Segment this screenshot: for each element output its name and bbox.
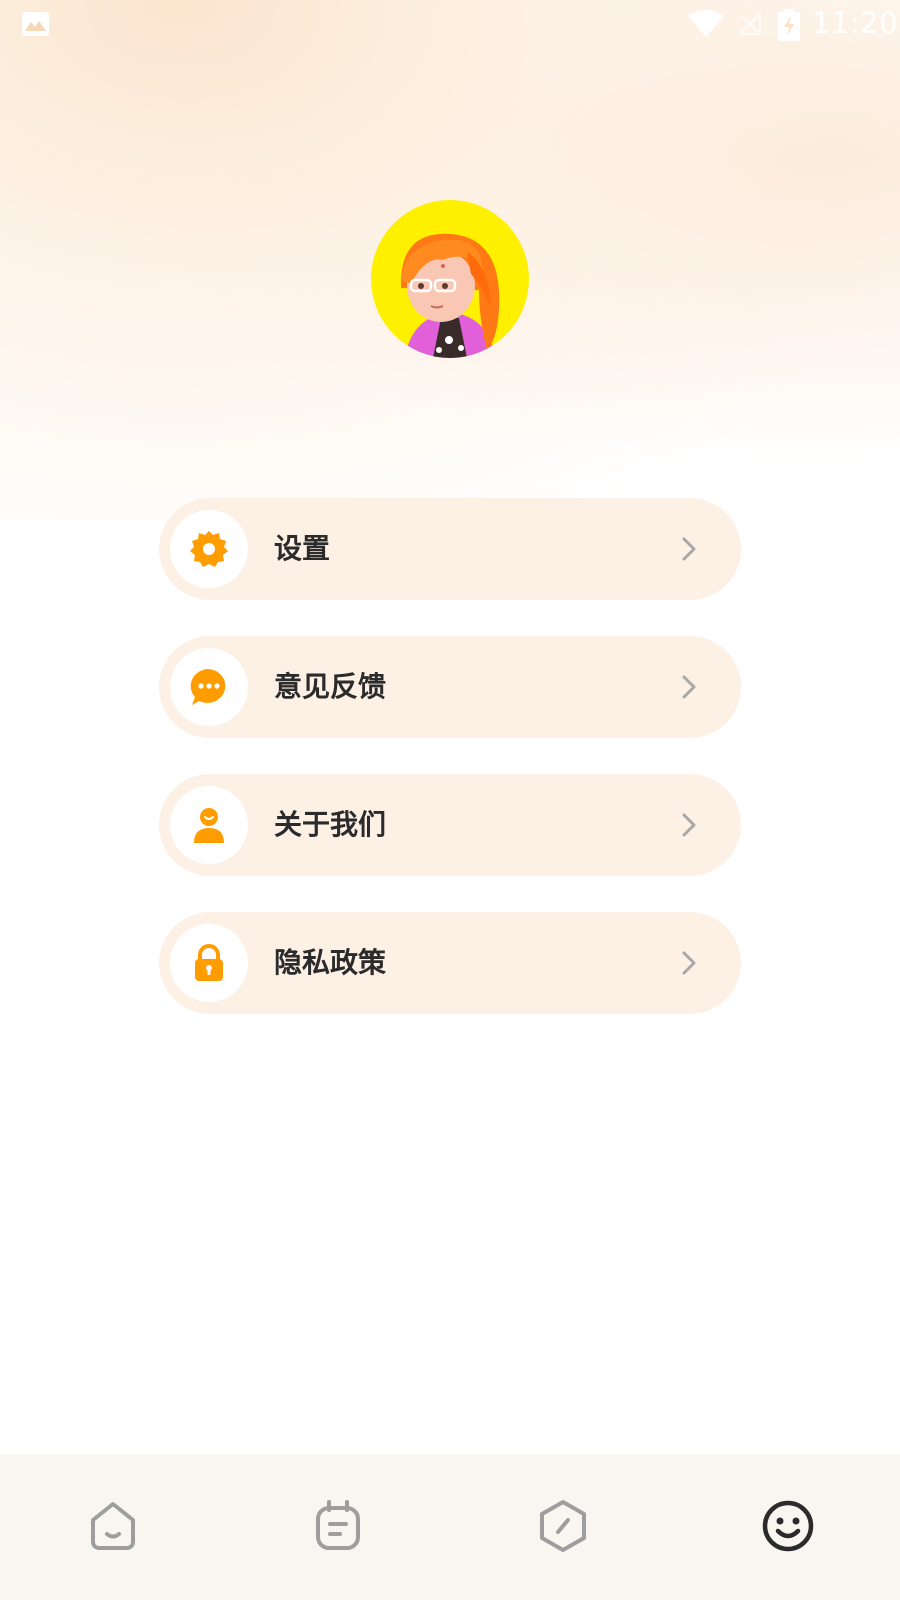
battery-charging-icon — [778, 9, 800, 41]
wifi-icon — [688, 10, 724, 37]
menu-item-privacy[interactable]: 隐私政策 — [159, 912, 741, 1014]
compass-icon — [540, 1500, 586, 1552]
menu-item-about[interactable]: 关于我们 — [159, 774, 741, 876]
tab-profile[interactable] — [758, 1496, 818, 1556]
menu-item-label: 隐私政策 — [274, 946, 387, 979]
chat-bubble-icon — [190, 668, 226, 705]
person-icon — [194, 808, 224, 843]
chevron-right-icon — [682, 675, 696, 699]
chevron-right-icon — [682, 951, 696, 975]
gallery-icon — [22, 12, 49, 36]
tab-notes[interactable] — [308, 1496, 368, 1556]
no-signal-icon — [738, 12, 761, 35]
menu-item-label: 关于我们 — [274, 808, 387, 841]
chevron-right-icon — [682, 537, 696, 561]
menu-item-settings[interactable]: 设置 — [159, 498, 741, 600]
smiley-profile-icon — [762, 1500, 814, 1552]
avatar-cartoon-girl — [400, 233, 500, 358]
menu-list: 设置 意见反馈 关于我们 隐私政策 — [159, 498, 741, 1050]
gear-icon — [190, 531, 228, 567]
home-icon — [91, 1502, 135, 1550]
chevron-right-icon — [682, 813, 696, 837]
menu-item-feedback[interactable]: 意见反馈 — [159, 636, 741, 738]
tab-discover[interactable] — [533, 1496, 593, 1556]
notes-icon — [316, 1500, 360, 1550]
menu-item-label: 意见反馈 — [274, 670, 387, 703]
bottom-tab-bar — [0, 1454, 900, 1600]
tab-home[interactable] — [83, 1496, 143, 1556]
lock-icon — [195, 944, 223, 981]
status-time: 11:20 — [812, 6, 899, 40]
menu-item-label: 设置 — [274, 532, 331, 565]
status-bar: 11:20 — [0, 0, 900, 50]
avatar[interactable] — [371, 200, 529, 358]
